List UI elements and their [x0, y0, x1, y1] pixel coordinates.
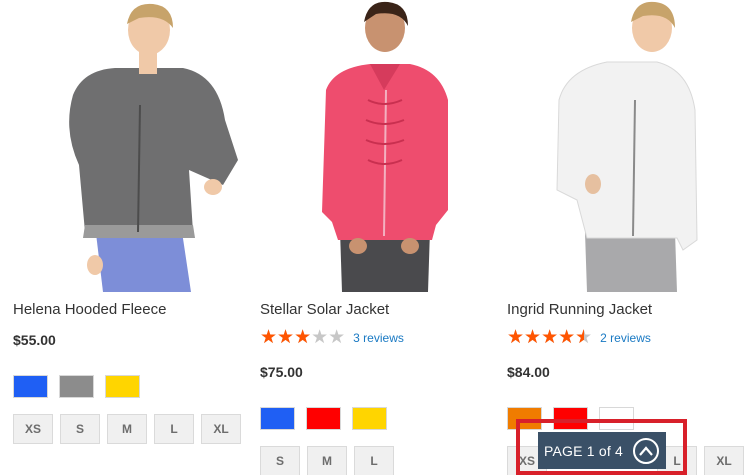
star-rating-icon: ★★★★★ ★★★★★ [260, 327, 346, 348]
size-options: XS S M L XL [13, 414, 248, 444]
reviews-link[interactable]: 3 reviews [353, 331, 404, 345]
size-options: S M L [260, 446, 401, 475]
product-name[interactable]: Stellar Solar Jacket [260, 301, 389, 318]
product-name[interactable]: Ingrid Running Jacket [507, 301, 652, 318]
product-name[interactable]: Helena Hooded Fleece [13, 301, 166, 318]
color-swatch-gray[interactable] [59, 375, 94, 398]
size-option-xl[interactable]: XL [201, 414, 241, 444]
color-swatch-yellow[interactable] [105, 375, 140, 398]
size-option-l[interactable]: L [354, 446, 394, 475]
size-option-xl[interactable]: XL [704, 446, 744, 475]
color-swatch-blue[interactable] [260, 407, 295, 430]
size-option-m[interactable]: M [107, 414, 147, 444]
reviews-link[interactable]: 2 reviews [600, 331, 651, 345]
star-rating-icon: ★★★★★ ★★★★★ [507, 327, 593, 348]
product-card-helena-hooded-fleece: Helena Hooded Fleece $55.00 XS S M L XL [13, 0, 253, 475]
product-image[interactable] [13, 0, 253, 292]
color-swatch-yellow[interactable] [352, 407, 387, 430]
product-price: $84.00 [507, 364, 550, 380]
size-option-m[interactable]: M [307, 446, 347, 475]
size-option-s[interactable]: S [260, 446, 300, 475]
color-swatches [13, 375, 151, 398]
product-price: $55.00 [13, 332, 56, 348]
color-swatch-red[interactable] [306, 407, 341, 430]
product-price: $75.00 [260, 364, 303, 380]
rating-summary: ★★★★★ ★★★★★ 3 reviews [260, 327, 404, 348]
highlight-box [516, 419, 687, 475]
rating-summary: ★★★★★ ★★★★★ 2 reviews [507, 327, 651, 348]
product-image[interactable] [260, 0, 500, 292]
size-option-s[interactable]: S [60, 414, 100, 444]
product-image[interactable] [507, 0, 747, 292]
product-card-ingrid-running-jacket: Ingrid Running Jacket ★★★★★ ★★★★★ 2 revi… [507, 0, 747, 475]
color-swatches [260, 407, 398, 430]
product-card-stellar-solar-jacket: Stellar Solar Jacket ★★★★★ ★★★★★ 3 revie… [260, 0, 500, 475]
size-option-l[interactable]: L [154, 414, 194, 444]
size-option-xs[interactable]: XS [13, 414, 53, 444]
color-swatch-blue[interactable] [13, 375, 48, 398]
